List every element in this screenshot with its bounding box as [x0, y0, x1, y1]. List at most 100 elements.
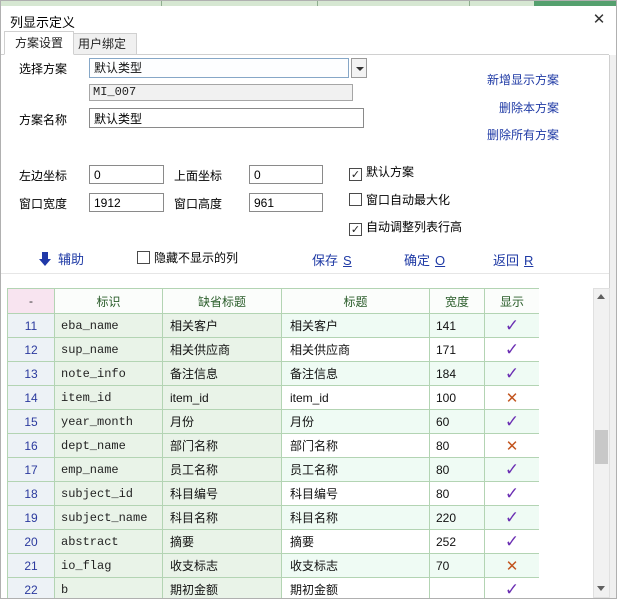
header-default-title[interactable]: 缺省标题	[163, 289, 282, 314]
cell-display-toggle[interactable]: ✓	[485, 506, 540, 530]
cell-display-toggle[interactable]: ✓	[485, 458, 540, 482]
cell-identifier[interactable]: dept_name	[55, 434, 163, 458]
cell-default-title[interactable]: 月份	[163, 410, 282, 434]
cell-display-toggle[interactable]: ✓	[485, 362, 540, 386]
cell-width[interactable]: 80	[430, 434, 485, 458]
cell-identifier[interactable]: io_flag	[55, 554, 163, 578]
table-row[interactable]: 12sup_name相关供应商相关供应商171✓	[8, 338, 540, 362]
tab-user-binding[interactable]: 用户绑定	[67, 33, 137, 55]
cell-default-title[interactable]: item_id	[163, 386, 282, 410]
table-row[interactable]: 13note_info备注信息备注信息184✓	[8, 362, 540, 386]
add-display-plan-link[interactable]: 新增显示方案	[487, 71, 559, 88]
cell-default-title[interactable]: 期初金额	[163, 578, 282, 599]
cell-display-toggle[interactable]: ✓	[485, 530, 540, 554]
cell-width[interactable]: 80	[430, 482, 485, 506]
cell-row-number[interactable]: 18	[8, 482, 55, 506]
checkbox-auto-row-height[interactable]: ✓自动调整列表行高	[349, 220, 462, 236]
cell-width[interactable]: 184	[430, 362, 485, 386]
cell-width[interactable]	[430, 578, 485, 599]
cell-title[interactable]: 收支标志	[282, 554, 430, 578]
cell-identifier[interactable]: abstract	[55, 530, 163, 554]
cell-display-toggle[interactable]: ✓	[485, 578, 540, 599]
cell-identifier[interactable]: eba_name	[55, 314, 163, 338]
cell-display-toggle[interactable]: ✕	[485, 554, 540, 578]
cell-width[interactable]: 252	[430, 530, 485, 554]
header-title[interactable]: 标题	[282, 289, 430, 314]
window-height-input[interactable]	[249, 193, 323, 212]
cell-row-number[interactable]: 15	[8, 410, 55, 434]
vertical-scrollbar[interactable]	[593, 288, 610, 598]
checkbox-default-plan[interactable]: ✓默认方案	[349, 165, 414, 181]
checkbox-hide-columns[interactable]: 隐藏不显示的列	[137, 251, 238, 265]
checkbox-auto-maximize[interactable]: 窗口自动最大化	[349, 193, 450, 207]
table-row[interactable]: 20abstract摘要摘要252✓	[8, 530, 540, 554]
cell-title[interactable]: 摘要	[282, 530, 430, 554]
cell-identifier[interactable]: subject_name	[55, 506, 163, 530]
cell-row-number[interactable]: 22	[8, 578, 55, 599]
cell-identifier[interactable]: sup_name	[55, 338, 163, 362]
cell-width[interactable]: 100	[430, 386, 485, 410]
cell-row-number[interactable]: 14	[8, 386, 55, 410]
plan-name-input[interactable]	[89, 108, 364, 128]
table-row[interactable]: 21io_flag收支标志收支标志70✕	[8, 554, 540, 578]
save-button[interactable]: 保存S	[312, 250, 352, 269]
cell-width[interactable]: 171	[430, 338, 485, 362]
scroll-down-button[interactable]	[594, 581, 609, 597]
cell-title[interactable]: 科目名称	[282, 506, 430, 530]
cell-row-number[interactable]: 21	[8, 554, 55, 578]
left-coord-input[interactable]	[89, 165, 164, 184]
cell-default-title[interactable]: 摘要	[163, 530, 282, 554]
cell-title[interactable]: 相关客户	[282, 314, 430, 338]
table-row[interactable]: 14item_iditem_iditem_id100✕	[8, 386, 540, 410]
header-row-number[interactable]: -	[8, 289, 55, 314]
cell-identifier[interactable]: item_id	[55, 386, 163, 410]
cell-row-number[interactable]: 19	[8, 506, 55, 530]
header-identifier[interactable]: 标识	[55, 289, 163, 314]
cell-row-number[interactable]: 13	[8, 362, 55, 386]
cell-identifier[interactable]: note_info	[55, 362, 163, 386]
auxiliary-button[interactable]: 辅助	[39, 249, 84, 268]
scroll-up-button[interactable]	[594, 289, 609, 305]
scrollbar-thumb[interactable]	[595, 430, 608, 464]
table-row[interactable]: 18subject_id科目编号科目编号80✓	[8, 482, 540, 506]
cell-row-number[interactable]: 12	[8, 338, 55, 362]
cell-title[interactable]: item_id	[282, 386, 430, 410]
delete-all-plans-link[interactable]: 删除所有方案	[487, 126, 559, 143]
ok-button[interactable]: 确定O	[404, 250, 445, 269]
header-width[interactable]: 宽度	[430, 289, 485, 314]
table-row[interactable]: 16dept_name部门名称部门名称80✕	[8, 434, 540, 458]
close-icon[interactable]: ✕	[590, 10, 608, 28]
cell-identifier[interactable]: year_month	[55, 410, 163, 434]
cell-title[interactable]: 备注信息	[282, 362, 430, 386]
cell-display-toggle[interactable]: ✓	[485, 338, 540, 362]
table-row[interactable]: 15year_month月份月份60✓	[8, 410, 540, 434]
cell-default-title[interactable]: 收支标志	[163, 554, 282, 578]
cell-title[interactable]: 相关供应商	[282, 338, 430, 362]
cell-default-title[interactable]: 科目名称	[163, 506, 282, 530]
cell-display-toggle[interactable]: ✕	[485, 434, 540, 458]
cell-title[interactable]: 月份	[282, 410, 430, 434]
cell-default-title[interactable]: 部门名称	[163, 434, 282, 458]
cell-display-toggle[interactable]: ✕	[485, 386, 540, 410]
table-row[interactable]: 19subject_name科目名称科目名称220✓	[8, 506, 540, 530]
cell-row-number[interactable]: 16	[8, 434, 55, 458]
cell-display-toggle[interactable]: ✓	[485, 314, 540, 338]
cell-row-number[interactable]: 20	[8, 530, 55, 554]
combobox-dropdown-button[interactable]	[351, 58, 367, 78]
cell-title[interactable]: 期初金额	[282, 578, 430, 599]
cell-width[interactable]: 60	[430, 410, 485, 434]
table-row[interactable]: 22b期初金额期初金额✓	[8, 578, 540, 599]
cell-default-title[interactable]: 员工名称	[163, 458, 282, 482]
cell-default-title[interactable]: 相关客户	[163, 314, 282, 338]
cell-default-title[interactable]: 备注信息	[163, 362, 282, 386]
cell-row-number[interactable]: 11	[8, 314, 55, 338]
top-coord-input[interactable]	[249, 165, 323, 184]
header-display[interactable]: 显示	[485, 289, 540, 314]
cell-identifier[interactable]: emp_name	[55, 458, 163, 482]
cell-width[interactable]: 220	[430, 506, 485, 530]
cell-row-number[interactable]: 17	[8, 458, 55, 482]
cell-width[interactable]: 141	[430, 314, 485, 338]
cell-display-toggle[interactable]: ✓	[485, 410, 540, 434]
cell-width[interactable]: 70	[430, 554, 485, 578]
table-row[interactable]: 17emp_name员工名称员工名称80✓	[8, 458, 540, 482]
